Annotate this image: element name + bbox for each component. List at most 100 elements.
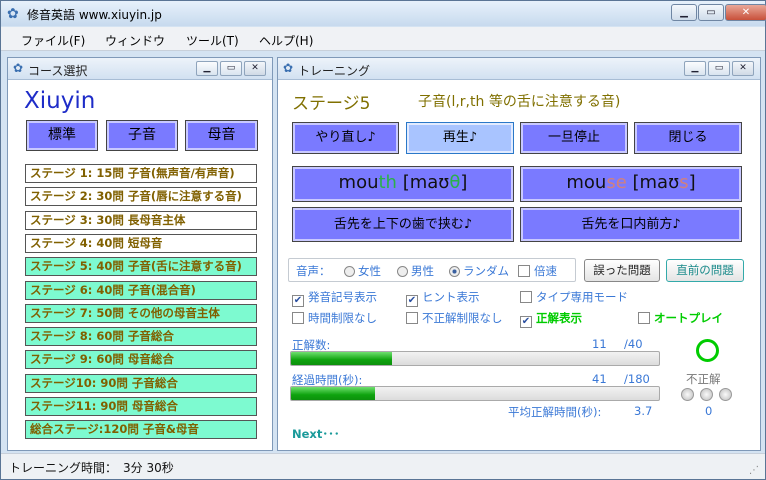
correct-progress-bar [290,351,660,366]
choice-mouse-button[interactable]: mouse [maʊs] [520,166,742,202]
checkbox-checked-icon: ✔ [292,295,304,307]
panel-logo-icon: ✿ [13,61,24,75]
show-answer-checkbox[interactable]: ✔ 正解表示 [520,310,582,328]
type-mode-label: タイプ専用モード [536,290,628,304]
training-close-button[interactable]: ✕ [732,61,754,76]
pause-button[interactable]: 一旦停止 [520,122,628,154]
training-minimize-button[interactable]: ▁ [684,61,706,76]
incorrect-value: 0 [705,404,713,418]
speed-checkbox[interactable]: 倍速 [518,263,557,279]
choice-text: mou [338,172,379,193]
training-panel-titlebar[interactable]: ✿ トレーニング ▁ ▭ ✕ [278,58,760,80]
stage-item[interactable]: ステージ 9: 60問 母音総合 [25,350,257,370]
app-window: ✿ 修音英語 www.xiuyin.jp ▁ ▭ ✕ ファイル(F) ウィンドウ… [0,0,766,480]
voice-female-radio[interactable]: 女性 [344,263,381,279]
checkbox-icon [638,312,650,324]
stage-item[interactable]: ステージ 2: 30問 子音(唇に注意する音) [25,187,257,207]
stage-item[interactable]: ステージ 1: 15問 子音(無声音/有声音) [25,164,257,183]
elapsed-progress-bar [290,386,660,401]
course-select-panel: ✿ コース選択 ▁ ▭ ✕ Xiuyin 標準 子音 母音 ステージ 1: 15… [7,57,273,451]
hint-1-button[interactable]: 舌先を上下の歯で挟む♪ [292,207,514,242]
menu-help[interactable]: ヘルプ(H) [259,32,313,49]
resize-grip-icon[interactable]: ⋰ [749,465,759,476]
retry-button[interactable]: やり直し♪ [292,122,399,154]
checkbox-icon [520,291,532,303]
menu-tools[interactable]: ツール(T) [186,32,239,49]
course-panel-title: コース選択 [28,64,88,78]
voice-label: 音声： [296,264,331,278]
avg-time-value: 3.7 [634,404,653,418]
course-close-button[interactable]: ✕ [244,61,266,76]
voice-random-label: ランダム [463,264,509,278]
voice-random-radio[interactable]: ランダム [449,263,509,279]
close-button[interactable]: ✕ [725,4,766,21]
stage-item[interactable]: 総合ステージ:120問 子音&母音 [25,420,257,440]
stage-item[interactable]: ステージ 5: 40問 子音(舌に注意する音) [25,257,257,277]
autoplay-label: オートプレイ [654,311,723,325]
hint-2-button[interactable]: 舌先を口内前方♪ [520,207,742,242]
checkbox-icon [406,312,418,324]
incorrect-indicators [681,388,732,401]
choice-bracket: ] [460,172,468,193]
voice-female-label: 女性 [358,264,381,278]
app-logo-icon: ✿ [7,6,19,22]
choice-highlight: se [606,172,627,193]
previous-question-button[interactable]: 直前の問題 [666,259,744,282]
stage-subtitle: 子音(l,r,th 等の舌に注意する音) [418,94,621,110]
course-consonant-button[interactable]: 子音 [106,120,178,151]
choice-phonetic: [maʊ [626,172,680,193]
choice-mouth-button[interactable]: mouth [maʊθ] [292,166,514,202]
voice-male-radio[interactable]: 男性 [397,263,434,279]
stage-item[interactable]: ステージ 3: 30問 長母音主体 [25,210,257,230]
hint-display-checkbox[interactable]: ✔ ヒント表示 [406,289,480,307]
wrong-questions-button[interactable]: 誤った問題 [584,259,660,282]
choice-phonetic-highlight: s [679,172,689,193]
checkbox-checked-icon: ✔ [520,316,532,328]
elapsed-time-value: 41 [592,372,607,386]
play-button[interactable]: 再生♪ [406,122,514,154]
panel-logo-icon: ✿ [283,61,294,75]
phonetic-display-checkbox[interactable]: ✔ 発音記号表示 [292,289,377,307]
menu-bar: ファイル(F) ウィンドウ ツール(T) ヘルプ(H) [1,27,765,51]
avg-time-label: 平均正解時間(秒): [508,405,602,419]
checkbox-icon [292,312,304,324]
stage-item[interactable]: ステージ 4: 40問 短母音 [25,233,257,253]
speed-label: 倍速 [534,264,557,278]
maximize-button[interactable]: ▭ [698,4,724,21]
stage-item[interactable]: ステージ 6: 40問 子音(混合音) [25,280,257,300]
minimize-button[interactable]: ▁ [671,4,697,21]
status-bar: トレーニング時間： 3分 30秒 ⋰ [1,453,765,479]
course-minimize-button[interactable]: ▁ [196,61,218,76]
stage-item[interactable]: ステージ11: 90問 母音総合 [25,397,257,416]
training-time-status: トレーニング時間： 3分 30秒 [9,461,174,475]
stage-item[interactable]: ステージ 8: 60問 子音総合 [25,327,257,347]
elapsed-progress-fill [291,387,375,400]
course-panel-titlebar[interactable]: ✿ コース選択 ▁ ▭ ✕ [8,58,272,80]
window-title: 修音英語 www.xiuyin.jp [27,8,162,22]
radio-icon [397,266,408,277]
autoplay-checkbox[interactable]: オートプレイ [638,310,723,326]
correct-count-value: 11 [592,337,607,351]
training-panel: ✿ トレーニング ▁ ▭ ✕ ステージ5 子音(l,r,th 等の舌に注意する音… [277,57,761,451]
no-incorrect-limit-checkbox[interactable]: 不正解制限なし [406,310,503,326]
checkbox-checked-icon: ✔ [406,295,418,307]
title-bar[interactable]: ✿ 修音英語 www.xiuyin.jp ▁ ▭ ✕ [1,1,766,26]
training-maximize-button[interactable]: ▭ [708,61,730,76]
close-training-button[interactable]: 閉じる [634,122,742,154]
stage-item[interactable]: ステージ10: 90問 子音総合 [25,373,257,393]
type-mode-checkbox[interactable]: タイプ専用モード [520,289,628,305]
training-panel-title: トレーニング [298,64,371,78]
course-vowel-button[interactable]: 母音 [185,120,258,151]
choice-highlight: th [378,172,397,193]
course-maximize-button[interactable]: ▭ [220,61,242,76]
choice-bracket: ] [688,172,696,193]
menu-file[interactable]: ファイル(F) [21,32,85,49]
phonetic-display-label: 発音記号表示 [308,290,377,304]
stage-item[interactable]: ステージ 7: 50問 その他の母音主体 [25,303,257,323]
brand-title: Xiuyin [24,88,96,114]
course-standard-button[interactable]: 標準 [26,120,98,151]
menu-window[interactable]: ウィンドウ [105,32,165,49]
show-answer-label: 正解表示 [536,311,582,325]
stage-title: ステージ5 [292,94,371,114]
no-time-limit-checkbox[interactable]: 時間制限なし [292,310,377,326]
